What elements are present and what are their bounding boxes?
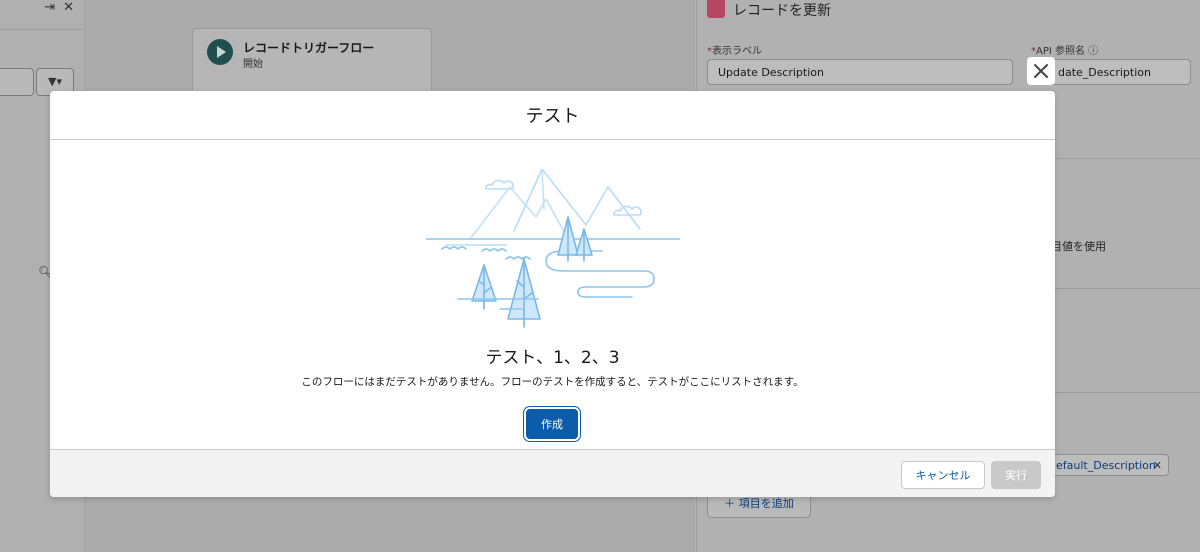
empty-state-title: テスト、1、2、3	[485, 348, 620, 368]
divider	[1047, 392, 1200, 393]
divider	[0, 29, 84, 30]
info-icon: ⓘ	[1088, 46, 1099, 57]
close-icon[interactable]: ✕	[63, 0, 74, 15]
left-panel-toolbar: ⇥ ✕	[36, 0, 74, 15]
modal-header: テスト	[50, 91, 1055, 140]
test-modal: テスト テスト、1、2、3 このフローにはまだテストがありません。フローのテスト…	[50, 91, 1055, 497]
start-node-title: レコードトリガーフロー	[243, 41, 375, 55]
modal-close-button[interactable]	[1027, 57, 1055, 85]
mountains-trees-illustration	[426, 169, 680, 328]
divider	[1047, 158, 1200, 159]
search-input[interactable]	[0, 68, 34, 96]
collapse-right-icon[interactable]: ⇥	[44, 0, 55, 15]
use-default-text: 目値を使用	[1051, 240, 1106, 253]
cancel-button[interactable]: キャンセル	[901, 461, 985, 489]
filter-icon: ▼▾	[48, 75, 62, 88]
label-field[interactable]: Update Description	[707, 59, 1013, 85]
modal-title: テスト	[525, 106, 580, 127]
start-node-subtitle: 開始	[243, 59, 263, 70]
api-name-field[interactable]: date_Description	[1031, 59, 1191, 85]
panel-title: レコードを更新	[733, 3, 831, 19]
play-icon	[207, 39, 233, 65]
modal-footer: キャンセル 実行	[50, 449, 1055, 497]
divider	[1047, 288, 1200, 289]
record-update-icon	[707, 0, 725, 18]
close-icon	[1034, 64, 1048, 78]
create-test-button[interactable]: 作成	[526, 409, 578, 439]
empty-state-description: このフローにはまだテストがありません。フローのテストを作成すると、テストがここに…	[301, 376, 804, 388]
run-button: 実行	[991, 461, 1041, 489]
remove-icon[interactable]: ✕	[1153, 455, 1162, 477]
start-node[interactable]: レコードトリガーフロー 開始	[192, 28, 432, 76]
api-field-label: *API 参照名 ⓘ	[1031, 46, 1099, 57]
field-pill[interactable]: efault_Description ✕	[1051, 454, 1169, 476]
label-field-label: *表示ラベル	[707, 46, 762, 57]
